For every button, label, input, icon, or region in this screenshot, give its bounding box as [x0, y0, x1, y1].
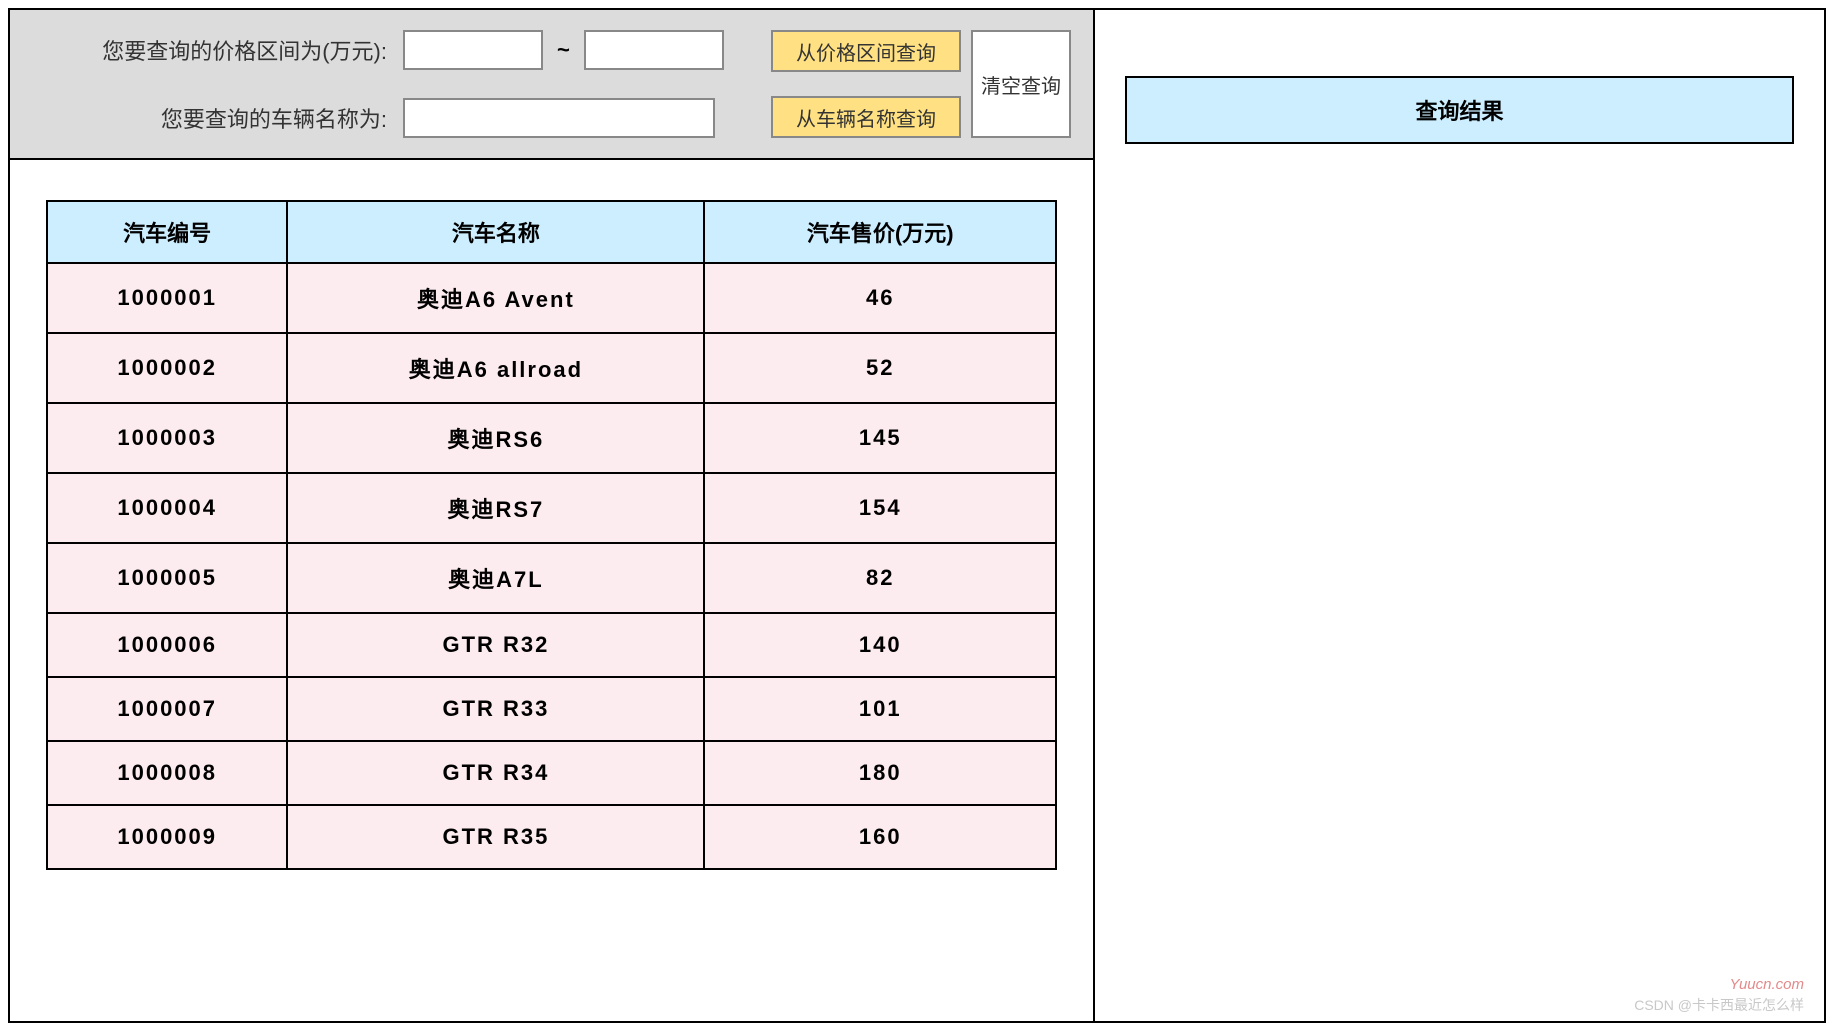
cell-name: GTR R33	[287, 677, 704, 741]
cell-price: 145	[704, 403, 1056, 473]
cell-name: 奥迪A6 Avent	[287, 263, 704, 333]
col-header-id: 汽车编号	[47, 201, 287, 263]
cell-name: GTR R35	[287, 805, 704, 869]
cell-name: 奥迪RS7	[287, 473, 704, 543]
cell-price: 52	[704, 333, 1056, 403]
cell-price: 101	[704, 677, 1056, 741]
table-body: 1000001奥迪A6 Avent461000002奥迪A6 allroad52…	[47, 263, 1056, 869]
table-row: 1000009GTR R35160	[47, 805, 1056, 869]
col-header-price: 汽车售价(万元)	[704, 201, 1056, 263]
table-row: 1000005奥迪A7L82	[47, 543, 1056, 613]
table-header-row: 汽车编号 汽车名称 汽车售价(万元)	[47, 201, 1056, 263]
clear-button-label: 清空查询	[981, 70, 1061, 99]
table-row: 1000006GTR R32140	[47, 613, 1056, 677]
watermark-yuucn: Yuucn.com	[1730, 976, 1804, 993]
price-inputs: ~	[403, 30, 724, 70]
table-area: 汽车编号 汽车名称 汽车售价(万元) 1000001奥迪A6 Avent4610…	[10, 160, 1093, 910]
cell-price: 180	[704, 741, 1056, 805]
left-panel: 您要查询的价格区间为(万元): ~ 您要查询的车辆名称为: 从价格区间查询 从车…	[10, 10, 1095, 1021]
app-frame: 您要查询的价格区间为(万元): ~ 您要查询的车辆名称为: 从价格区间查询 从车…	[8, 8, 1826, 1023]
cell-name: GTR R32	[287, 613, 704, 677]
cell-price: 140	[704, 613, 1056, 677]
search-header: 您要查询的价格区间为(万元): ~ 您要查询的车辆名称为: 从价格区间查询 从车…	[10, 10, 1093, 160]
col-header-name: 汽车名称	[287, 201, 704, 263]
cell-id: 1000001	[47, 263, 287, 333]
right-panel: 查询结果 Yuucn.com CSDN @卡卡西最近怎么样	[1095, 10, 1824, 1021]
cell-id: 1000006	[47, 613, 287, 677]
price-row: 您要查询的价格区间为(万元): ~	[32, 30, 761, 70]
vehicle-name-input[interactable]	[403, 98, 715, 138]
price-to-input[interactable]	[584, 30, 724, 70]
name-label: 您要查询的车辆名称为:	[32, 102, 387, 134]
price-from-input[interactable]	[403, 30, 543, 70]
watermark-csdn: CSDN @卡卡西最近怎么样	[1634, 995, 1804, 1015]
name-row: 您要查询的车辆名称为:	[32, 98, 761, 138]
cell-id: 1000003	[47, 403, 287, 473]
cell-name: 奥迪A6 allroad	[287, 333, 704, 403]
car-table: 汽车编号 汽车名称 汽车售价(万元) 1000001奥迪A6 Avent4610…	[46, 200, 1057, 870]
search-by-name-button[interactable]: 从车辆名称查询	[771, 96, 961, 138]
cell-price: 160	[704, 805, 1056, 869]
table-row: 1000008GTR R34180	[47, 741, 1056, 805]
result-header: 查询结果	[1125, 76, 1794, 144]
search-buttons: 从价格区间查询 从车辆名称查询	[771, 30, 961, 138]
cell-id: 1000004	[47, 473, 287, 543]
price-label: 您要查询的价格区间为(万元):	[32, 34, 387, 66]
search-fields: 您要查询的价格区间为(万元): ~ 您要查询的车辆名称为:	[32, 30, 761, 138]
cell-id: 1000009	[47, 805, 287, 869]
cell-id: 1000007	[47, 677, 287, 741]
cell-id: 1000005	[47, 543, 287, 613]
cell-price: 46	[704, 263, 1056, 333]
cell-id: 1000002	[47, 333, 287, 403]
table-row: 1000007GTR R33101	[47, 677, 1056, 741]
search-by-price-button[interactable]: 从价格区间查询	[771, 30, 961, 72]
clear-button[interactable]: 清空查询	[971, 30, 1071, 138]
table-row: 1000003奥迪RS6145	[47, 403, 1056, 473]
cell-price: 82	[704, 543, 1056, 613]
cell-id: 1000008	[47, 741, 287, 805]
cell-name: GTR R34	[287, 741, 704, 805]
cell-name: 奥迪RS6	[287, 403, 704, 473]
cell-name: 奥迪A7L	[287, 543, 704, 613]
table-row: 1000001奥迪A6 Avent46	[47, 263, 1056, 333]
cell-price: 154	[704, 473, 1056, 543]
table-row: 1000004奥迪RS7154	[47, 473, 1056, 543]
tilde-separator: ~	[557, 37, 570, 63]
table-row: 1000002奥迪A6 allroad52	[47, 333, 1056, 403]
